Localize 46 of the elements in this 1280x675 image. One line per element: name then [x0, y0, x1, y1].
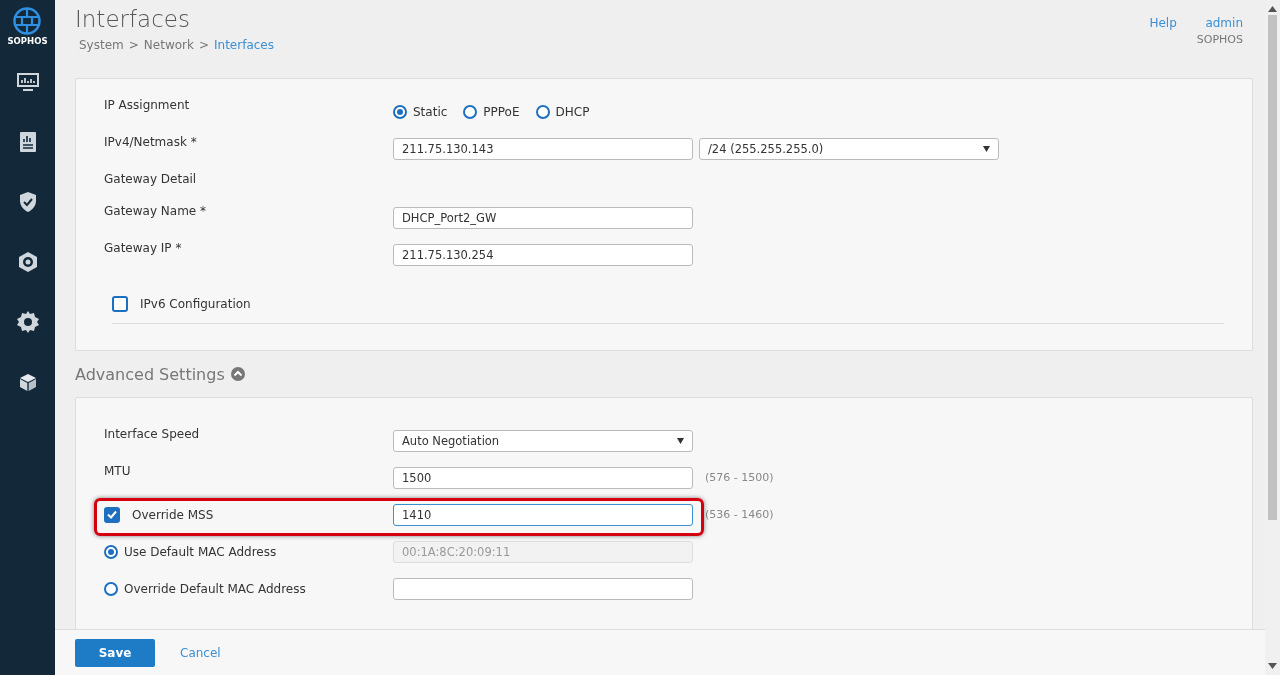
radio-label[interactable]: PPPoE	[483, 104, 520, 119]
breadcrumb-separator: >	[128, 38, 139, 52]
breadcrumb-separator: >	[198, 38, 209, 52]
mac-address-input[interactable]	[393, 577, 693, 600]
range-hint: (536 - 1460)	[704, 508, 775, 521]
settings-icon[interactable]	[15, 310, 40, 334]
checkbox[interactable]	[112, 296, 128, 312]
field-label: MTU	[104, 463, 132, 478]
field-label: IP Assignment	[104, 97, 191, 112]
caret-icon	[677, 437, 684, 444]
scroll-up-icon[interactable]	[1268, 6, 1277, 12]
page-title: Interfaces	[75, 6, 191, 32]
field-label: IPv4/Netmask *	[104, 134, 198, 149]
range-hint: (576 - 1500)	[704, 471, 775, 484]
text-input[interactable]: 1410	[393, 503, 693, 526]
field-label: Gateway IP *	[104, 240, 183, 255]
checkbox-label[interactable]: IPv6 Configuration	[140, 297, 251, 311]
radio-button[interactable]	[463, 104, 478, 119]
netmask-select[interactable]: /24 (255.255.255.0)	[699, 137, 999, 160]
radio-button[interactable]	[535, 104, 550, 119]
radio-label[interactable]: Static	[413, 104, 448, 119]
monitor-icon[interactable]	[15, 70, 40, 94]
scroll-down-icon[interactable]	[1268, 663, 1277, 669]
section-title: Advanced Settings	[75, 364, 225, 384]
checkbox[interactable]	[104, 506, 120, 523]
radio-label[interactable]: DHCP	[555, 104, 590, 119]
text-input[interactable]: DHCP_Port2_GW	[393, 206, 693, 229]
save-button[interactable]: Save	[75, 638, 155, 667]
speed-select[interactable]: Auto Negotiation	[393, 429, 693, 452]
breadcrumb-link[interactable]: System	[79, 38, 124, 52]
logo-text: SOPHOS	[7, 36, 48, 46]
field-label: Gateway Name *	[104, 203, 208, 218]
text-input[interactable]: 211.75.130.254	[393, 243, 693, 266]
logo-icon	[13, 7, 42, 35]
ip-address-input[interactable]: 211.75.130.143	[393, 137, 693, 160]
caret-icon	[983, 145, 990, 152]
text-input[interactable]: 1500	[393, 466, 693, 489]
radio-label[interactable]: Override Default MAC Address	[124, 581, 306, 596]
checkbox-label[interactable]: Override MSS	[132, 507, 214, 522]
breadcrumb-link[interactable]: Network	[143, 38, 194, 52]
section-label: Gateway Detail	[104, 171, 198, 186]
organization-name: SOPHOS	[1196, 33, 1243, 46]
radio-button[interactable]	[393, 104, 407, 119]
radio-button[interactable]	[104, 581, 118, 596]
chevron-icon[interactable]	[230, 367, 245, 381]
field-label: Interface Speed	[104, 426, 201, 441]
